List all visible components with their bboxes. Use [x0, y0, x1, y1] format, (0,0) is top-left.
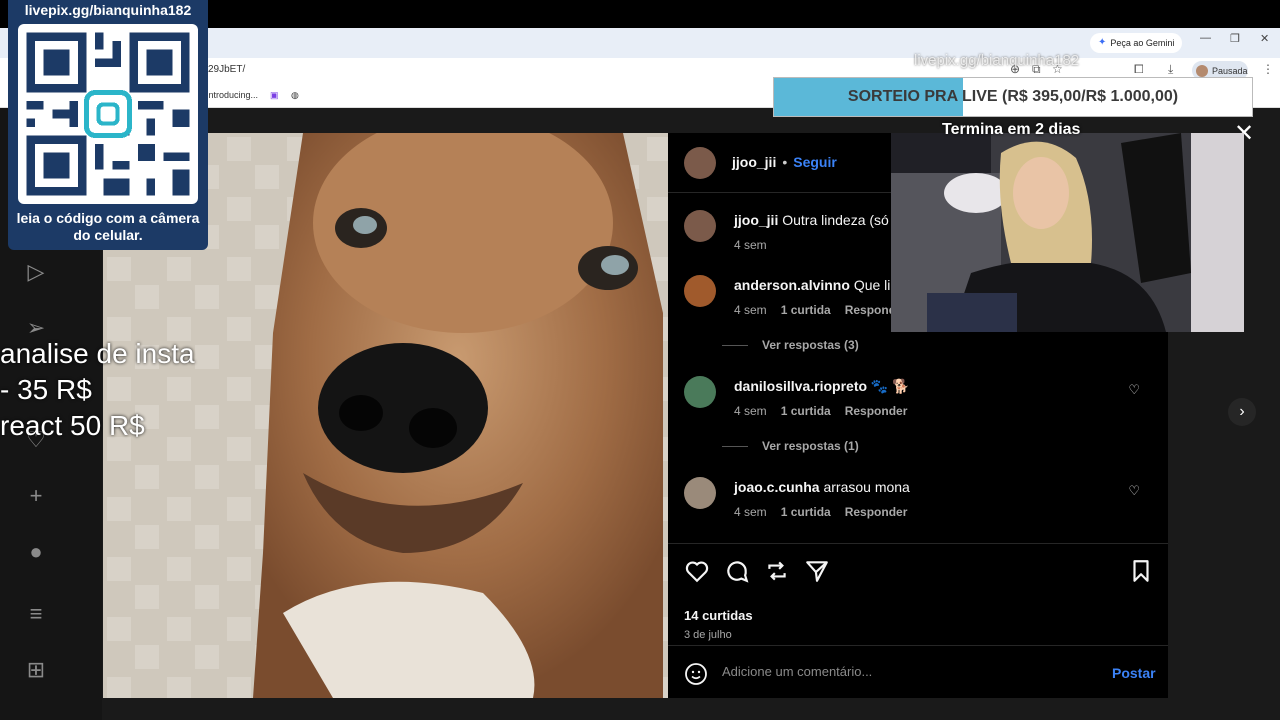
menu-dots-icon[interactable]: ⋮	[1262, 62, 1274, 76]
apps-icon[interactable]: ⊞	[24, 658, 48, 682]
qr-code[interactable]	[18, 24, 198, 204]
save-icon[interactable]	[1128, 558, 1154, 584]
globe-icon[interactable]: ◍	[291, 90, 299, 101]
giveaway-label: SORTEIO PRA LIVE (R$ 395,00/R$ 1.000,00)	[847, 88, 1179, 105]
reply-button[interactable]: Responder	[845, 505, 908, 519]
livepix-watermark: livepix.gg/bianquinha182	[914, 52, 1080, 69]
follow-button[interactable]: Seguir	[793, 154, 837, 170]
like-icon[interactable]	[684, 558, 710, 584]
webcam-overlay	[891, 133, 1244, 332]
price-list: analise de insta - 35 R$ react 50 R$	[0, 338, 195, 441]
create-icon[interactable]: +	[24, 484, 48, 508]
like-comment-icon[interactable]: ♡	[1128, 483, 1140, 499]
comment-time: 4 sem	[734, 404, 767, 418]
extensions-icon[interactable]: ⧠	[1134, 62, 1144, 77]
comment-likes[interactable]: 1 curtida	[781, 505, 831, 519]
comment-username[interactable]: joao.c.cunha	[734, 479, 820, 495]
comment-time: 4 sem	[734, 505, 767, 519]
post-actions: 14 curtidas 3 de julho	[668, 543, 1168, 643]
view-replies-button[interactable]: Ver respostas (3)	[722, 338, 859, 352]
comment-text: arrasou mona	[823, 479, 910, 495]
maximize-icon[interactable]: ❐	[1230, 32, 1240, 45]
post-comment-button[interactable]: Postar	[1112, 665, 1156, 681]
profile-label: Pausada	[1212, 65, 1248, 76]
comment-likes[interactable]: 1 curtida	[781, 404, 831, 418]
giveaway-deadline: Termina em 2 dias	[942, 121, 1081, 138]
comment-username[interactable]: anderson.alvinno	[734, 277, 850, 293]
comment-text: 🐾 🐕	[870, 378, 910, 394]
close-window-icon[interactable]: ✕	[1260, 32, 1269, 45]
emoji-icon[interactable]	[684, 662, 708, 686]
bookmark-item[interactable]: Introducing...	[206, 90, 258, 100]
comment-text: Outra lindeza (só r	[782, 212, 898, 228]
comment-username[interactable]: jjoo_jii	[734, 212, 778, 228]
post-date: 3 de julho	[684, 629, 732, 641]
reply-button[interactable]: Responder	[845, 404, 908, 418]
minimize-icon[interactable]: —	[1200, 32, 1211, 44]
view-replies-button[interactable]: Ver respostas (1)	[722, 439, 859, 453]
comment-input[interactable]	[722, 664, 1062, 679]
more-menu-icon[interactable]: ≡	[24, 602, 48, 626]
likes-count[interactable]: 14 curtidas	[684, 608, 753, 623]
author-avatar[interactable]	[684, 147, 716, 179]
add-comment-bar: Postar	[668, 645, 1168, 698]
qr-title: livepix.gg/bianquinha182	[24, 2, 192, 18]
giveaway-progress-bar: SORTEIO PRA LIVE (R$ 395,00/R$ 1.000,00)	[773, 77, 1253, 117]
streamer-webcam	[891, 133, 1244, 332]
twitch-icon[interactable]: ▣	[270, 90, 279, 101]
sparkle-icon: ✦	[1098, 37, 1107, 48]
download-icon[interactable]: ⤓	[1168, 62, 1173, 77]
comment-time: 4 sem	[734, 238, 767, 252]
screen: ✦ Peça ao Gemini — ❐ ✕ 29JbET/ ⊕ ⧉ ☆ ⧠ ⤓…	[0, 0, 1280, 720]
comment-icon[interactable]	[724, 558, 750, 584]
gemini-label: Peça ao Gemini	[1110, 38, 1175, 48]
share-icon[interactable]	[804, 558, 830, 584]
url-text[interactable]: 29JbET/	[208, 64, 245, 75]
like-comment-icon[interactable]: ♡	[1128, 382, 1140, 398]
livepix-qr-card: livepix.gg/bianquinha182 leia o código c…	[8, 0, 208, 250]
comment-time: 4 sem	[734, 303, 767, 317]
avatar[interactable]	[684, 376, 716, 408]
avatar	[1196, 64, 1208, 77]
comment-likes[interactable]: 1 curtida	[781, 303, 831, 317]
next-post-button[interactable]: ›	[1228, 398, 1256, 426]
qr-caption: leia o código com a câmera do celular.	[16, 210, 200, 243]
avatar[interactable]	[684, 275, 716, 307]
repost-icon[interactable]	[764, 558, 790, 584]
comment-username[interactable]: danilosillva.riopreto	[734, 378, 867, 394]
author-username[interactable]: jjoo_jii	[732, 154, 776, 170]
avatar[interactable]	[684, 210, 716, 242]
separator-dot: •	[782, 154, 788, 170]
profile-icon[interactable]: ●	[24, 540, 48, 564]
avatar[interactable]	[684, 477, 716, 509]
reels-icon[interactable]: ▷	[24, 260, 48, 284]
gemini-button[interactable]: ✦ Peça ao Gemini	[1090, 33, 1183, 53]
